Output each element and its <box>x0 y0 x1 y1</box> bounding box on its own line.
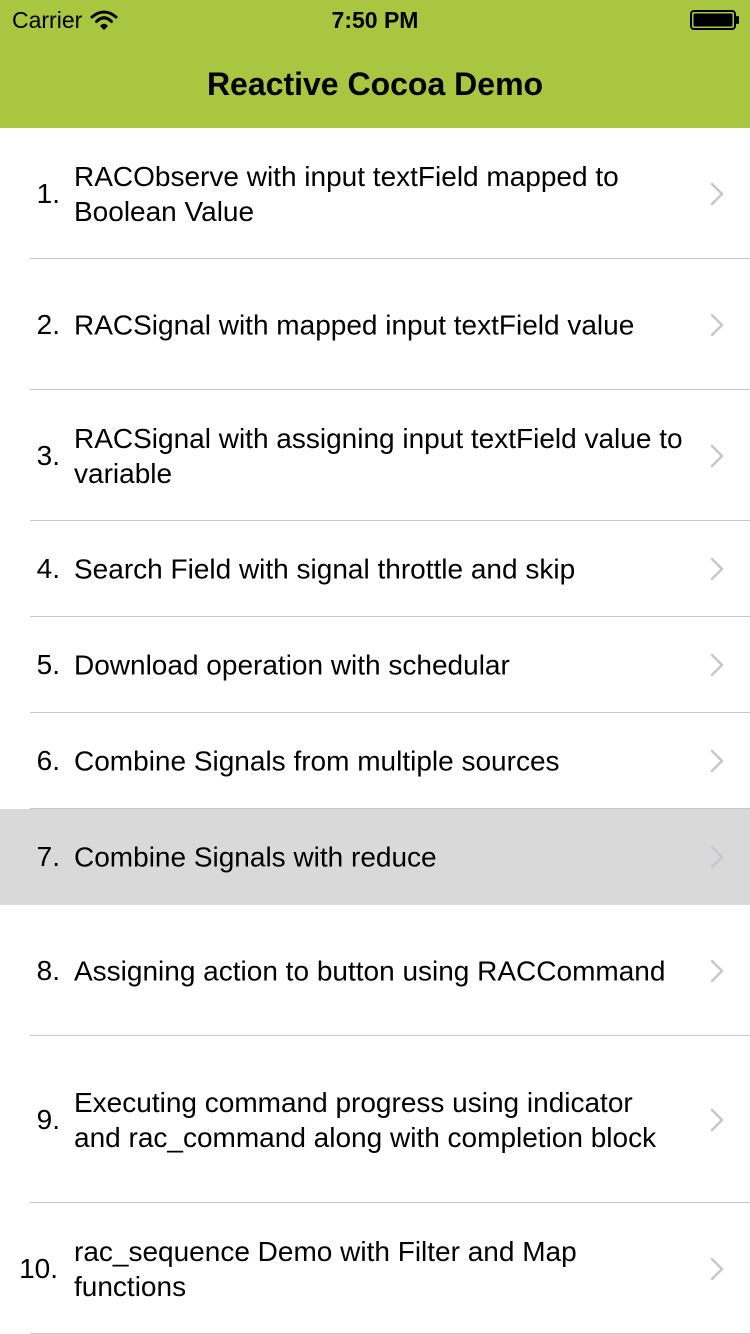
list-item-number: 1. <box>36 177 60 209</box>
list-item[interactable]: 2. RACSignal with mapped input textField… <box>0 259 750 390</box>
page-title: Reactive Cocoa Demo <box>206 66 544 102</box>
list-item-label: Download operation with schedular <box>74 649 510 681</box>
chevron-right-icon <box>710 313 724 336</box>
chevron-right-icon <box>710 959 724 982</box>
list-item-label: RACSignal with assigning input textField… <box>74 422 683 489</box>
list-item-label: RACSignal with mapped input textField va… <box>74 309 635 340</box>
list-item-selected[interactable]: 7. Combine Signals with reduce <box>0 809 750 905</box>
chevron-right-icon <box>710 1108 724 1131</box>
list-item[interactable]: 10. rac_sequence Demo with Filter and Ma… <box>0 1203 750 1334</box>
navigation-bar: Carrier 7:50 PM Reactive Cocoa Demo <box>0 0 750 128</box>
list-item-number: 8. <box>36 954 60 986</box>
chevron-right-icon <box>710 749 724 773</box>
status-time: 7:50 PM <box>331 7 419 33</box>
list-item[interactable]: 9. Executing command progress using indi… <box>0 1036 750 1203</box>
list-item-number: 4. <box>36 553 60 584</box>
list-item-number: 5. <box>36 649 60 680</box>
demo-list: 1. RACObserve with input textField mappe… <box>0 128 750 1334</box>
list-item[interactable]: 4. Search Field with signal throttle and… <box>0 521 750 617</box>
list-item-number: 2. <box>36 308 60 340</box>
list-item[interactable]: 1. RACObserve with input textField mappe… <box>0 128 750 259</box>
chevron-right-icon <box>710 1257 724 1280</box>
list-item-number: 10. <box>19 1252 58 1284</box>
list-item-number: 7. <box>36 841 60 872</box>
list-item[interactable]: 8. Assigning action to button using RACC… <box>0 905 750 1036</box>
list-item[interactable]: 6. Combine Signals from multiple sources <box>0 713 750 809</box>
chevron-right-icon <box>710 182 724 205</box>
list-item[interactable]: 5. Download operation with schedular <box>0 617 750 713</box>
list-item-number: 9. <box>36 1103 60 1135</box>
chevron-right-icon <box>710 845 724 869</box>
chevron-right-icon <box>710 444 724 467</box>
battery-icon <box>690 10 739 30</box>
list-item-label: rac_sequence Demo with Filter and Map fu… <box>74 1235 577 1302</box>
list-item-label: Search Field with signal throttle and sk… <box>74 553 576 585</box>
list-item-label: Combine Signals with reduce <box>74 841 437 873</box>
list-item[interactable]: 3. RACSignal with assigning input textFi… <box>0 390 750 521</box>
list-item-label: RACObserve with input textField mapped t… <box>74 160 619 227</box>
list-item-number: 6. <box>36 745 60 776</box>
chevron-right-icon <box>710 557 724 581</box>
list-item-number: 3. <box>36 439 60 471</box>
status-bar: Carrier 7:50 PM <box>0 0 750 40</box>
list-item-label: Combine Signals from multiple sources <box>74 745 560 777</box>
list-item-label: Assigning action to button using RACComm… <box>74 955 666 986</box>
chevron-right-icon <box>710 653 724 677</box>
list-item-label: Executing command progress using indicat… <box>74 1086 657 1153</box>
